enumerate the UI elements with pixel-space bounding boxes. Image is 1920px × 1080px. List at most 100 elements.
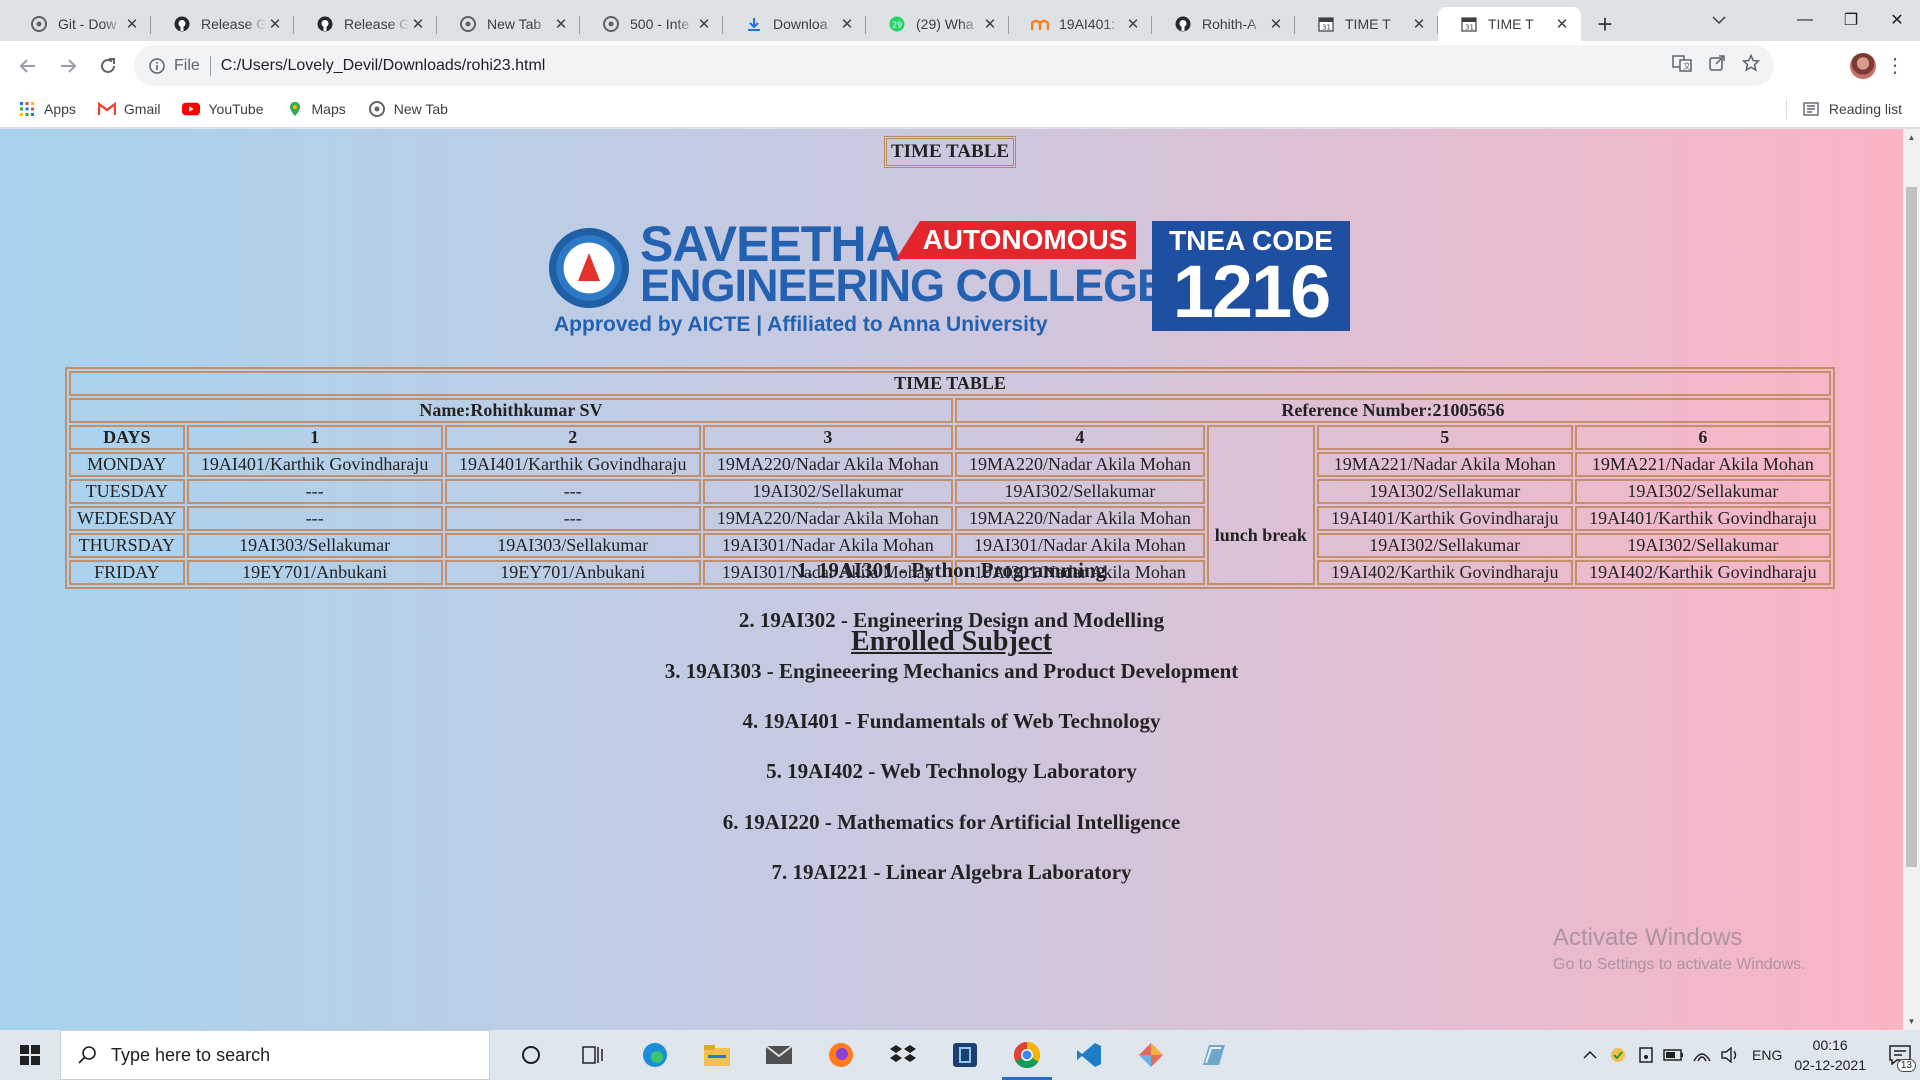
share-icon[interactable] xyxy=(1708,54,1726,77)
profile-avatar[interactable] xyxy=(1850,52,1876,79)
taskbar-mail[interactable] xyxy=(748,1030,810,1080)
taskbar-file-explorer[interactable] xyxy=(686,1030,748,1080)
page-content[interactable]: TIME TABLE SAVEETHA AUTONOMOUS ENGINEERI… xyxy=(0,129,1903,1030)
taskbar-vscode[interactable] xyxy=(1058,1030,1120,1080)
bookmark-item[interactable]: Gmail xyxy=(97,100,161,118)
taskbar-clock[interactable]: 00:16 02-12-2021 xyxy=(1794,1035,1866,1075)
browser-tab[interactable]: Downloa ✕ xyxy=(723,7,866,41)
taskbar-app-diamond[interactable] xyxy=(1120,1030,1182,1080)
reading-list-icon xyxy=(1803,101,1819,116)
taskbar-chrome[interactable] xyxy=(996,1030,1058,1080)
close-icon[interactable]: ✕ xyxy=(1124,15,1142,33)
back-button[interactable] xyxy=(8,46,48,86)
bookmark-item[interactable]: YouTube xyxy=(182,100,264,118)
task-view-icon xyxy=(582,1046,603,1064)
browser-tab[interactable]: Release G ✕ xyxy=(294,7,437,41)
period-cell: 19AI303/Sellakumar xyxy=(186,533,443,558)
tnea-code-box: TNEA CODE 1216 xyxy=(1152,221,1350,331)
close-window-button[interactable]: ✕ xyxy=(1874,0,1920,40)
reload-button[interactable] xyxy=(88,46,128,86)
calendar-icon: 31 xyxy=(1460,15,1478,33)
period-cell: 19AI302/Sellakumar xyxy=(1574,533,1831,558)
browser-tab[interactable]: 31 TIME T ✕ xyxy=(1438,7,1581,41)
period-cell: 19AI302/Sellakumar xyxy=(702,479,953,504)
header-row: DAYS 1 2 3 4 lunch break 5 6 xyxy=(69,425,1831,585)
taskbar-firefox[interactable] xyxy=(810,1030,872,1080)
minimize-button[interactable]: — xyxy=(1782,0,1828,40)
column-header: 3 xyxy=(702,425,953,450)
chrome-icon xyxy=(30,15,48,33)
windows-taskbar: Type here to search ENG 00:16 02-12-2021… xyxy=(0,1030,1920,1080)
close-icon[interactable]: ✕ xyxy=(1553,15,1571,33)
folder-icon xyxy=(704,1045,730,1066)
tray-overflow-icon[interactable] xyxy=(1576,1050,1604,1060)
more-menu-icon[interactable]: ⋮ xyxy=(1880,53,1910,78)
action-center-button[interactable]: 13 xyxy=(1880,1030,1920,1080)
tab-title: Rohith-A xyxy=(1202,16,1257,32)
close-icon[interactable]: ✕ xyxy=(123,15,141,33)
taskbar-app-blue[interactable] xyxy=(934,1030,996,1080)
address-bar[interactable]: File C:/Users/Lovely_Devil/Downloads/roh… xyxy=(134,45,1774,86)
url-text[interactable]: C:/Users/Lovely_Devil/Downloads/rohi23.h… xyxy=(221,57,546,75)
new-tab-button[interactable]: + xyxy=(1585,7,1625,41)
close-icon[interactable]: ✕ xyxy=(838,15,856,33)
reading-list-button[interactable]: Reading list xyxy=(1785,98,1902,119)
tab-search-button[interactable] xyxy=(1702,6,1736,34)
browser-tab[interactable]: New Tab ✕ xyxy=(437,7,580,41)
translate-icon[interactable]: 文 xyxy=(1672,54,1692,77)
page-scrollbar[interactable]: ▲ ▼ xyxy=(1903,129,1920,1030)
browser-tab[interactable]: Git - Dow ✕ xyxy=(8,7,151,41)
tnea-value: 1216 xyxy=(1172,250,1332,333)
timetable: TIME TABLE Name:Rohithkumar SV Reference… xyxy=(65,367,1835,589)
bookmark-item[interactable]: Apps xyxy=(18,100,76,118)
close-icon[interactable]: ✕ xyxy=(1410,15,1428,33)
close-icon[interactable]: ✕ xyxy=(266,15,284,33)
browser-tab[interactable]: 500 - Inte ✕ xyxy=(580,7,723,41)
forward-button[interactable] xyxy=(48,46,88,86)
device-icon[interactable] xyxy=(1632,1046,1660,1064)
taskbar-edge[interactable] xyxy=(624,1030,686,1080)
bookmark-label: Gmail xyxy=(123,100,161,117)
browser-tab[interactable]: Rohith-A ✕ xyxy=(1152,7,1295,41)
close-icon[interactable]: ✕ xyxy=(1267,15,1285,33)
taskbar-app-paper[interactable] xyxy=(1182,1030,1244,1080)
close-icon[interactable]: ✕ xyxy=(695,15,713,33)
cortana-button[interactable] xyxy=(500,1030,562,1080)
github-icon xyxy=(173,15,191,33)
scroll-up-arrow-icon[interactable]: ▲ xyxy=(1903,129,1920,146)
taskbar-search-box[interactable]: Type here to search xyxy=(60,1030,490,1080)
language-indicator[interactable]: ENG xyxy=(1752,1047,1782,1063)
close-icon[interactable]: ✕ xyxy=(552,15,570,33)
student-name: Name:Rohithkumar SV xyxy=(69,398,953,423)
svg-text:29: 29 xyxy=(892,21,902,30)
bookmark-item[interactable]: New Tab xyxy=(368,100,448,118)
start-button[interactable] xyxy=(0,1030,60,1080)
bookmark-star-icon[interactable] xyxy=(1741,53,1761,77)
close-icon[interactable]: ✕ xyxy=(409,15,427,33)
taskbar-dropbox[interactable] xyxy=(872,1030,934,1080)
bookmark-label: Maps xyxy=(311,100,346,117)
task-view-button[interactable] xyxy=(562,1030,624,1080)
period-cell: 19MA221/Nadar Akila Mohan xyxy=(1574,452,1831,477)
battery-icon[interactable] xyxy=(1660,1048,1688,1062)
download-icon xyxy=(745,15,763,33)
wifi-icon[interactable] xyxy=(1688,1047,1716,1063)
maximize-button[interactable]: ❐ xyxy=(1828,0,1874,40)
period-cell: 19AI401/Karthik Govindharaju xyxy=(186,452,443,477)
scrollbar-thumb[interactable] xyxy=(1906,187,1917,867)
security-status-icon[interactable] xyxy=(1604,1046,1632,1064)
scroll-down-arrow-icon[interactable]: ▼ xyxy=(1903,1013,1920,1030)
vscode-icon xyxy=(1077,1043,1101,1067)
browser-tab[interactable]: 29 (29) Wha ✕ xyxy=(866,7,1009,41)
table-row: TUESDAY --- --- 19AI302/Sellakumar 19AI302/S… xyxy=(69,479,1831,504)
bookmark-item[interactable]: Maps xyxy=(286,100,346,118)
window-controls: — ❐ ✕ xyxy=(1782,0,1920,40)
edge-icon xyxy=(643,1043,667,1067)
close-icon[interactable]: ✕ xyxy=(981,15,999,33)
browser-tab[interactable]: Release G ✕ xyxy=(151,7,294,41)
info-icon[interactable] xyxy=(148,57,166,75)
volume-icon[interactable] xyxy=(1716,1047,1744,1063)
browser-tab[interactable]: 31 TIME T ✕ xyxy=(1295,7,1438,41)
search-placeholder: Type here to search xyxy=(111,1044,271,1065)
browser-tab[interactable]: 19AI401: ✕ xyxy=(1009,7,1152,41)
